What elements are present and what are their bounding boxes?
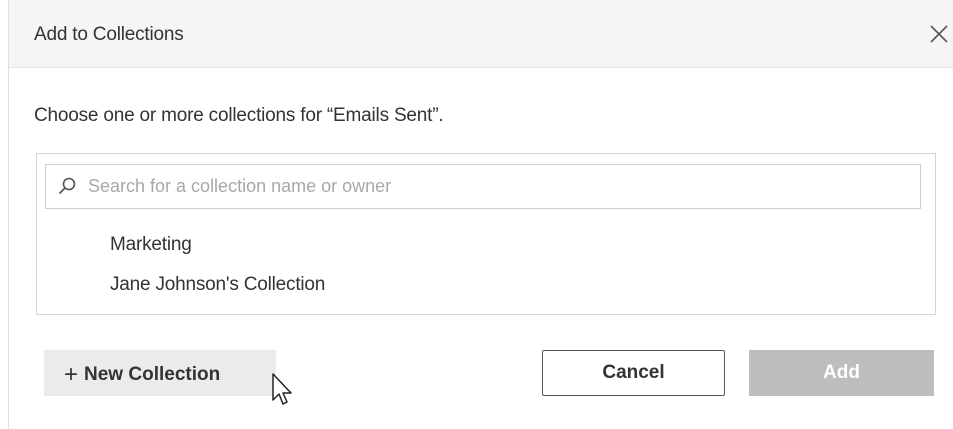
close-button[interactable]	[927, 22, 951, 46]
search-input[interactable]	[88, 166, 908, 207]
plus-icon: +	[64, 361, 79, 388]
dialog-prompt: Choose one or more collections for “Emai…	[34, 105, 444, 126]
dialog-header: Add to Collections	[9, 0, 953, 68]
new-collection-button[interactable]: + New Collection	[44, 350, 276, 396]
search-field[interactable]	[45, 164, 921, 209]
collection-item-marketing[interactable]: Marketing	[110, 234, 192, 256]
collection-list: Marketing Jane Johnson's Collection	[36, 153, 936, 315]
cancel-button[interactable]: Cancel	[542, 350, 725, 396]
collection-item-jane-johnson[interactable]: Jane Johnson's Collection	[110, 274, 325, 296]
add-button[interactable]: Add	[749, 350, 934, 396]
search-icon	[58, 177, 76, 195]
dialog-title: Add to Collections	[34, 24, 184, 45]
new-collection-label: New Collection	[84, 364, 221, 385]
close-icon	[930, 25, 948, 43]
add-to-collections-dialog: Add to Collections Choose one or more co…	[8, 0, 953, 429]
